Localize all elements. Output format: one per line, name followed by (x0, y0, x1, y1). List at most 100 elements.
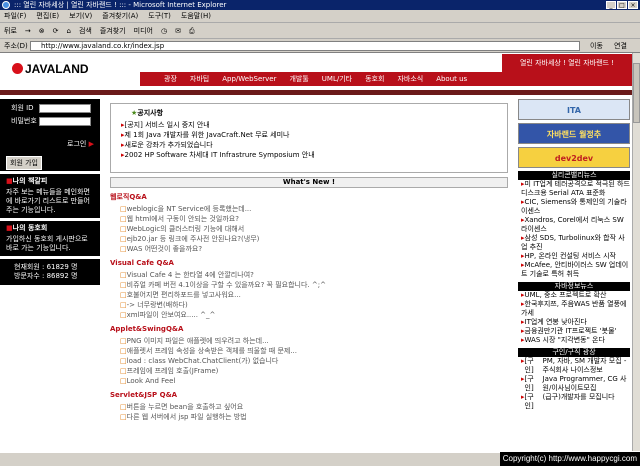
login-button[interactable]: 로그인 ▶ (67, 139, 94, 149)
post-link[interactable]: 비쥬얼 카페 버전 4.1이상을 구할 수 있을까요? 꼭 필요합니다. ^;^ (110, 280, 508, 290)
news-item[interactable]: 금융권만기관 IT프로젝트 '봇물' (521, 327, 630, 336)
nav-item[interactable]: 광장 (164, 72, 177, 86)
nav-item[interactable]: 자바소식 (397, 72, 423, 86)
job-tag: [구인] (524, 375, 534, 392)
home-button[interactable]: ⌂ (67, 23, 71, 38)
menu-view[interactable]: 보기(V) (69, 10, 92, 22)
section-title[interactable]: Servlet&JSP Q&A (110, 390, 508, 400)
maximize-button[interactable]: □ (617, 1, 627, 9)
news-item[interactable]: IT업계 연봉 낮아진다 (521, 318, 630, 327)
post-link[interactable]: weblogic을 NT Service에 등록했는데... (110, 204, 508, 214)
section-title[interactable]: Visual Cafe Q&A (110, 258, 508, 268)
minimize-button[interactable]: _ (606, 1, 616, 9)
window-titlebar: ::: 열린 자바세상 | 열린 자바랜드 ! ::: - Microsoft … (0, 0, 640, 10)
news-item[interactable]: UML, 중소 프로젝트로 확산 (521, 291, 630, 300)
stop-button[interactable]: ⊗ (39, 23, 45, 38)
join-button[interactable]: 회원 가입 (6, 156, 42, 170)
news-item[interactable]: CIC, Siemens와 통제인의 기술라이센스 (521, 198, 630, 216)
vertical-scrollbar[interactable] (632, 53, 640, 451)
news-item[interactable]: McAfee, 안티바이러스 SW 업데이트 기술로 특허 취득 (521, 261, 630, 279)
post-link[interactable]: 다른 웹 서버에서 jsp 파일 실행하는 방법 (110, 412, 508, 422)
address-label: 주소(D) (4, 42, 28, 50)
news-item[interactable]: WAS 시장 "지각변동" 온다 (521, 336, 630, 345)
media-button[interactable]: 미디어 (134, 23, 153, 38)
menu-favorites[interactable]: 즐겨찾기(A) (102, 10, 138, 22)
job-item[interactable]: [구인] PM, 자바, SM 개발자 모집 - 주식회사 나이스정보 (521, 357, 630, 375)
news-item[interactable]: 한국후지쯔, 주음WAS 반품 열풍에 가세 (521, 300, 630, 318)
post-link[interactable]: 프레임에 프레임 호출(JFrame) (110, 366, 508, 376)
right-column: ITA 자바랜드 월정추 dev2dev 실리콘밸리뉴스 미 IT업계 테러공격… (518, 99, 630, 451)
club-title: 나의 동호회 (6, 224, 94, 233)
post-link[interactable]: PNG 이미지 파일은 애플렛에 띄우려고 하는데... (110, 336, 508, 346)
refresh-button[interactable]: ⟳ (53, 23, 59, 38)
post-link[interactable]: -> 너무랑변(배하다) (110, 300, 508, 310)
whats-new-header: What's New ! (110, 177, 508, 188)
notice-title: 공지사항 (131, 108, 497, 118)
id-input[interactable] (39, 103, 91, 113)
close-button[interactable]: × (628, 1, 638, 9)
site-logo[interactable]: JAVALAND (12, 62, 89, 76)
notice-item[interactable]: 제 1회 Java 개발자를 위한 JavaCraft.Net 무료 세미나 (121, 130, 497, 140)
password-input[interactable] (39, 116, 91, 126)
nav-item[interactable]: 개발툴 (289, 72, 308, 86)
notice-item[interactable]: 새로운 강좌가 추가되었습니다 (121, 140, 497, 150)
job-item[interactable]: [구인] (급구)개발자를 모집니다 (521, 393, 630, 411)
dev2dev-banner[interactable]: dev2dev (518, 147, 630, 168)
nav-item[interactable]: UML/기타 (322, 72, 352, 86)
links-button[interactable]: 연결 (614, 39, 627, 53)
section-title[interactable]: 웹로직Q&A (110, 192, 508, 202)
nav-item[interactable]: App/WebServer (222, 72, 276, 86)
search-button[interactable]: 검색 (79, 23, 92, 38)
news-item[interactable]: HP, 온라인 컨설팅 서비스 시작 (521, 252, 630, 261)
javanews-header: 자바정보뉴스 (518, 282, 630, 291)
nav-item[interactable]: 동호회 (365, 72, 384, 86)
post-link[interactable]: 웹 html에서 구동이 안되는 것일까요? (110, 214, 508, 224)
page-content: JAVALAND 열린 자바세상 ! 열린 자바랜드 ! 광장 자바팁 App/… (0, 53, 632, 451)
notice-box: 공지사항 [공지] 서비스 일시 중지 안내 제 1회 Java 개발자를 위한… (110, 103, 508, 173)
jobs-list: [구인] PM, 자바, SM 개발자 모집 - 주식회사 나이스정보 [구인] J… (518, 357, 630, 411)
news-item[interactable]: 미 IT업계 테러공격으로 적극된 하드디스크용 Serial ATA 표준화 (521, 180, 630, 198)
club-box[interactable]: 나의 동호회 가입하신 동호회 게시판으로 바로 가는 기능입니다. (0, 221, 100, 256)
ita-banner[interactable]: ITA (518, 99, 630, 120)
menu-help[interactable]: 도움말(H) (181, 10, 211, 22)
menu-tools[interactable]: 도구(T) (148, 10, 171, 22)
forward-button[interactable]: → (25, 23, 31, 38)
scrollbar-thumb[interactable] (633, 63, 640, 123)
job-text: (급구)개발자를 모집니다 (542, 393, 615, 401)
header-divider (0, 90, 632, 95)
post-link[interactable]: WAS 어떤것이 좋을까요? (110, 244, 508, 254)
section-servlet: Servlet&JSP Q&A 버튼을 누르면 bean을 호출하고 싶어요 다… (110, 390, 508, 422)
news-item[interactable]: 삼성 SDS, Turbolinux와 합작 사업 추진 (521, 234, 630, 252)
post-link[interactable]: xml파일이 안보여요..... ^_^ (110, 310, 508, 320)
nav-item[interactable]: About us (436, 72, 467, 86)
javanews-list: UML, 중소 프로젝트로 확산 한국후지쯔, 주음WAS 반품 열풍에 가세 … (518, 291, 630, 345)
post-link[interactable]: Visual Cafe 4 는 한타열 4에 안깔리나여? (110, 270, 508, 280)
post-link[interactable]: Look And Feel (110, 376, 508, 386)
history-button[interactable]: ◷ (161, 23, 167, 38)
section-title[interactable]: Applet&SwingQ&A (110, 324, 508, 334)
news-item[interactable]: Xandros, Corel에서 리눅스 SW 라이센스 (521, 216, 630, 234)
post-link[interactable]: WebLogic의 클러스터링 기능에 대해서 (110, 224, 508, 234)
nav-item[interactable]: 자바팁 (190, 72, 209, 86)
print-button[interactable]: ⎙ (189, 23, 195, 38)
post-link[interactable]: 호불어지면 편리하포드를 넣고사워요... (110, 290, 508, 300)
post-link[interactable]: 애플렛서 프레임 속성을 상속받은 객체를 띄울할 때 문제... (110, 346, 508, 356)
logo-ball-icon (12, 63, 23, 74)
club-text: 가입하신 동호회 게시판으로 바로 가는 기능입니다. (6, 235, 88, 252)
menu-edit[interactable]: 편집(E) (36, 10, 59, 22)
menu-file[interactable]: 파일(F) (4, 10, 26, 22)
back-button[interactable]: 뒤로 (4, 23, 17, 38)
url-input[interactable]: http://www.javaland.co.kr/index.jsp (30, 41, 580, 51)
post-link[interactable]: ejb20.jar 등 링크에 주사전 안된나요?(냉무) (110, 234, 508, 244)
post-link[interactable]: load : class WebChat.ChatClient(가) 없습니다 (110, 356, 508, 366)
job-item[interactable]: [구인] Java Programmer, CG 사원/이사님이트모집 (521, 375, 630, 393)
favorites-button[interactable]: 즐겨찾기 (100, 23, 126, 38)
bookmark-title: 나의 책갈피 (6, 177, 94, 186)
notice-item[interactable]: [공지] 서비스 일시 중지 안내 (121, 120, 497, 130)
javaland-banner[interactable]: 자바랜드 월정추 (518, 123, 630, 144)
bookmark-box[interactable]: 나의 책갈피 자주 보는 메뉴들을 메인화면에 바로가기 리스트로 만들어주는 … (0, 174, 100, 218)
mail-button[interactable]: ✉ (175, 23, 181, 38)
go-button[interactable]: 이동 (590, 39, 603, 53)
post-link[interactable]: 버튼을 누르면 bean을 호출하고 싶어요 (110, 402, 508, 412)
notice-item[interactable]: 2002 HP Software 차세대 IT Infrastrure Symp… (121, 150, 497, 160)
